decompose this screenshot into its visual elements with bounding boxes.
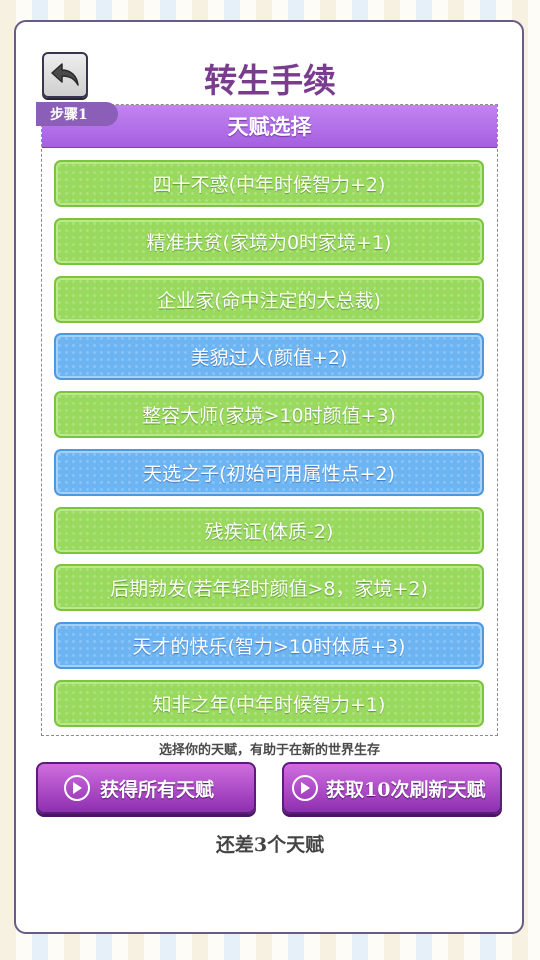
talent-item[interactable]: 精准扶贫(家境为0时家境+1) [54, 218, 484, 265]
talent-label: 四十不惑(中年时候智力+2) [152, 174, 386, 196]
play-circle-icon [64, 775, 90, 801]
talent-item[interactable]: 天才的快乐(智力>10时体质+3) [54, 622, 484, 669]
talent-item[interactable]: 整容大师(家境>10时颜值+3) [54, 391, 484, 438]
talent-item[interactable]: 四十不惑(中年时候智力+2) [54, 160, 484, 207]
play-circle-icon [292, 775, 318, 801]
step-badge: 步骤1 [36, 102, 118, 126]
talent-item[interactable]: 知非之年(中年时候智力+1) [54, 680, 484, 727]
talent-label: 残疾证(体质-2) [204, 521, 334, 543]
get-all-talents-button[interactable]: 获得所有天赋 [36, 762, 256, 814]
talent-label: 天才的快乐(智力>10时体质+3) [132, 636, 406, 658]
talent-item[interactable]: 美貌过人(颜值+2) [54, 333, 484, 380]
talent-item[interactable]: 后期勃发(若年轻时颜值>8，家境+2) [54, 564, 484, 611]
refresh-talents-label: 获取10次刷新天赋 [326, 778, 486, 801]
refresh-talents-button[interactable]: 获取10次刷新天赋 [282, 762, 502, 814]
talent-item[interactable]: 企业家(命中注定的大总裁) [54, 276, 484, 323]
back-button[interactable] [42, 52, 88, 98]
talent-label: 知非之年(中年时候智力+1) [152, 694, 386, 716]
talent-item[interactable]: 残疾证(体质-2) [54, 507, 484, 554]
back-arrow-icon [51, 63, 79, 86]
talent-label: 整容大师(家境>10时颜值+3) [142, 405, 396, 427]
talent-label: 后期勃发(若年轻时颜值>8，家境+2) [110, 578, 428, 600]
hint-text: 选择你的天赋，有助于在新的世界生存 [158, 743, 380, 758]
get-all-talents-label: 获得所有天赋 [100, 778, 215, 801]
remaining-count: 还差3个天赋 [215, 834, 325, 856]
talent-label: 天选之子(初始可用属性点+2) [143, 463, 395, 485]
talent-item[interactable]: 天选之子(初始可用属性点+2) [54, 449, 484, 496]
talent-label: 企业家(命中注定的大总裁) [157, 290, 381, 312]
page-title: 转生手续 [204, 61, 336, 100]
panel-title: 天赋选择 [227, 114, 312, 139]
talent-label: 精准扶贫(家境为0时家境+1) [146, 232, 392, 254]
talent-label: 美貌过人(颜值+2) [190, 347, 348, 369]
